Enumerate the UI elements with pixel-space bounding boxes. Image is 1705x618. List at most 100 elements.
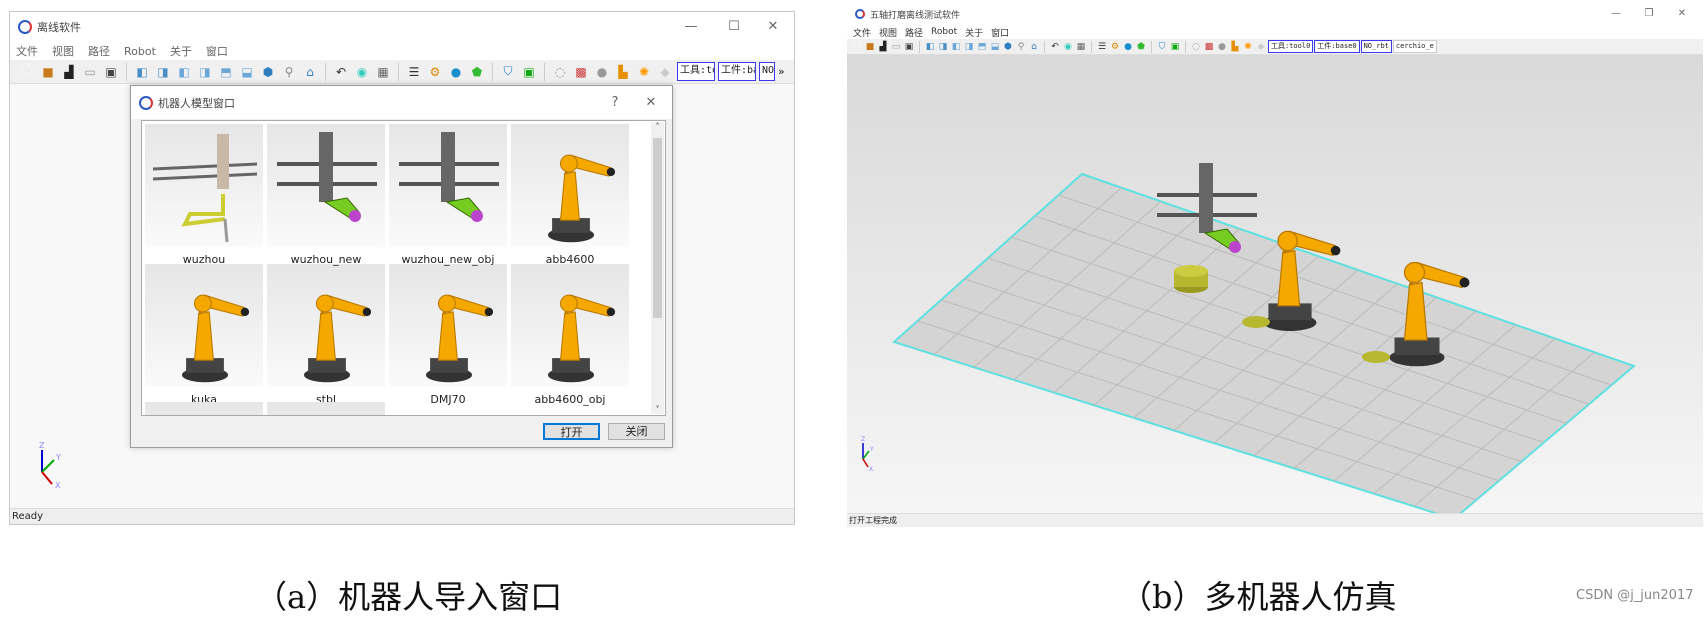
menu-item[interactable]: 文件 (16, 43, 38, 59)
toolbar-combo[interactable]: cerchio_e (1392, 40, 1437, 53)
shield-green-icon[interactable]: ⬟ (468, 63, 486, 81)
open-button[interactable]: 打开 (543, 423, 600, 440)
diamond-icon[interactable]: ◆ (1255, 41, 1267, 53)
view-back-icon[interactable]: ◨ (154, 63, 172, 81)
menu-item[interactable]: 窗口 (206, 43, 228, 59)
view-front-icon[interactable]: ◧ (133, 63, 151, 81)
sphere-icon[interactable]: ● (1216, 41, 1228, 53)
new-file-icon[interactable]: 🗋 (18, 63, 36, 81)
menu-item[interactable]: 视图 (879, 26, 897, 39)
zoom-icon[interactable]: ⚲ (280, 63, 298, 81)
shield-blue-icon[interactable]: ⛉ (1156, 41, 1168, 53)
robot-arm-icon[interactable]: ⚙ (426, 63, 444, 81)
view-right-icon[interactable]: ◨ (196, 63, 214, 81)
menu-item[interactable]: 路径 (905, 26, 923, 39)
menu-item[interactable]: 视图 (52, 43, 74, 59)
toolbar-overflow-button[interactable]: » (778, 65, 785, 78)
maximize-button[interactable]: ❐ (1632, 5, 1666, 23)
scroll-up-icon[interactable]: ˄ (651, 122, 664, 131)
model-thumbnail[interactable]: wuzhou (145, 124, 263, 266)
view-bottom-icon[interactable]: ⬓ (238, 63, 256, 81)
palette-icon[interactable]: ▩ (1203, 41, 1215, 53)
view-front-icon[interactable]: ◧ (924, 41, 936, 53)
light-icon[interactable]: ◌ (551, 63, 569, 81)
home-icon[interactable]: ⌂ (301, 63, 319, 81)
open-folder-icon[interactable]: ▭ (890, 41, 902, 53)
model-thumbnail-partial[interactable] (145, 402, 263, 415)
sphere-icon[interactable]: ● (593, 63, 611, 81)
model-thumbnail[interactable]: DMJ70 (389, 264, 507, 406)
scrollbar-thumb[interactable] (653, 138, 662, 318)
view-bottom-icon[interactable]: ⬓ (989, 41, 1001, 53)
robot-face-icon[interactable]: ● (1122, 41, 1134, 53)
view-left-icon[interactable]: ◧ (950, 41, 962, 53)
maximize-button[interactable]: ☐ (717, 12, 751, 42)
robot-arm-icon[interactable]: ⚙ (1109, 41, 1121, 53)
menu-item[interactable]: 路径 (88, 43, 110, 59)
close-button[interactable]: ✕ (1665, 5, 1699, 23)
gear-orange-icon[interactable]: ✺ (635, 63, 653, 81)
dialog-close-button[interactable]: ✕ (634, 86, 668, 119)
open-box-icon[interactable]: ■ (39, 63, 57, 81)
light-icon[interactable]: ◌ (1190, 41, 1202, 53)
save-icon[interactable]: ▣ (903, 41, 915, 53)
scrollbar[interactable]: ˄ ˅ (651, 122, 664, 414)
axis-icon[interactable]: ▙ (614, 63, 632, 81)
minimize-button[interactable]: — (674, 12, 708, 42)
shield-blue-icon[interactable]: ⛉ (499, 63, 517, 81)
model-thumbnail[interactable]: abb4600_obj (511, 264, 629, 406)
toolbar-combo[interactable]: 工具:too (677, 62, 715, 81)
close-button[interactable]: ✕ (756, 12, 790, 42)
help-button[interactable]: ? (598, 86, 632, 119)
monitor-icon[interactable]: ▣ (520, 63, 538, 81)
view-right-icon[interactable]: ◨ (963, 41, 975, 53)
target-icon[interactable]: ◉ (1062, 41, 1074, 53)
toolbar-combo[interactable]: NO_ (759, 62, 775, 81)
new-file-icon[interactable]: 🗋 (851, 41, 863, 53)
scroll-down-icon[interactable]: ˅ (651, 405, 664, 414)
frame-icon[interactable]: ▦ (374, 63, 392, 81)
undo-icon[interactable]: ↶ (332, 63, 350, 81)
toolbar-combo[interactable]: NO_rbt (1360, 40, 1392, 53)
open-box-icon[interactable]: ■ (864, 41, 876, 53)
view-left-icon[interactable]: ◧ (175, 63, 193, 81)
model-thumbnail[interactable]: kuka (145, 264, 263, 406)
view-top-icon[interactable]: ⬒ (976, 41, 988, 53)
close-dialog-button[interactable]: 关闭 (608, 423, 665, 440)
toolbar-combo[interactable]: 工具:tool0 (1268, 40, 1314, 53)
view-back-icon[interactable]: ◨ (937, 41, 949, 53)
print-icon[interactable]: ▟ (877, 41, 889, 53)
model-thumbnail[interactable]: abb4600 (511, 124, 629, 266)
menu-item[interactable]: Robot (124, 45, 156, 58)
menu-item[interactable]: 窗口 (991, 26, 1009, 39)
monitor-icon[interactable]: ▣ (1169, 41, 1181, 53)
toolbar-combo[interactable]: 工件:base0 (1314, 40, 1360, 53)
model-thumbnail[interactable]: stbl (267, 264, 385, 406)
model-thumbnail[interactable]: wuzhou_new_obj (389, 124, 507, 266)
minimize-button[interactable]: — (1599, 5, 1633, 23)
zoom-icon[interactable]: ⚲ (1015, 41, 1027, 53)
model-thumbnail[interactable]: wuzhou_new (267, 124, 385, 266)
diamond-icon[interactable]: ◆ (656, 63, 674, 81)
toolbar-combo[interactable]: 工件:bas (718, 62, 756, 81)
print-icon[interactable]: ▟ (60, 63, 78, 81)
view-top-icon[interactable]: ⬒ (217, 63, 235, 81)
save-icon[interactable]: ▣ (102, 63, 120, 81)
document-icon[interactable]: ☰ (405, 63, 423, 81)
palette-icon[interactable]: ▩ (572, 63, 590, 81)
menu-item[interactable]: 关于 (965, 26, 983, 39)
menu-item[interactable]: 关于 (170, 43, 192, 59)
3d-viewport[interactable]: Z Y X (847, 55, 1703, 521)
shield-green-icon[interactable]: ⬟ (1135, 41, 1147, 53)
document-icon[interactable]: ☰ (1096, 41, 1108, 53)
undo-icon[interactable]: ↶ (1049, 41, 1061, 53)
view-iso-icon[interactable]: ⬢ (259, 63, 277, 81)
frame-icon[interactable]: ▦ (1075, 41, 1087, 53)
target-icon[interactable]: ◉ (353, 63, 371, 81)
axis-icon[interactable]: ▙ (1229, 41, 1241, 53)
gear-orange-icon[interactable]: ✺ (1242, 41, 1254, 53)
menu-item[interactable]: Robot (931, 27, 957, 37)
scene[interactable] (847, 55, 1703, 521)
home-icon[interactable]: ⌂ (1028, 41, 1040, 53)
menu-item[interactable]: 文件 (853, 26, 871, 39)
